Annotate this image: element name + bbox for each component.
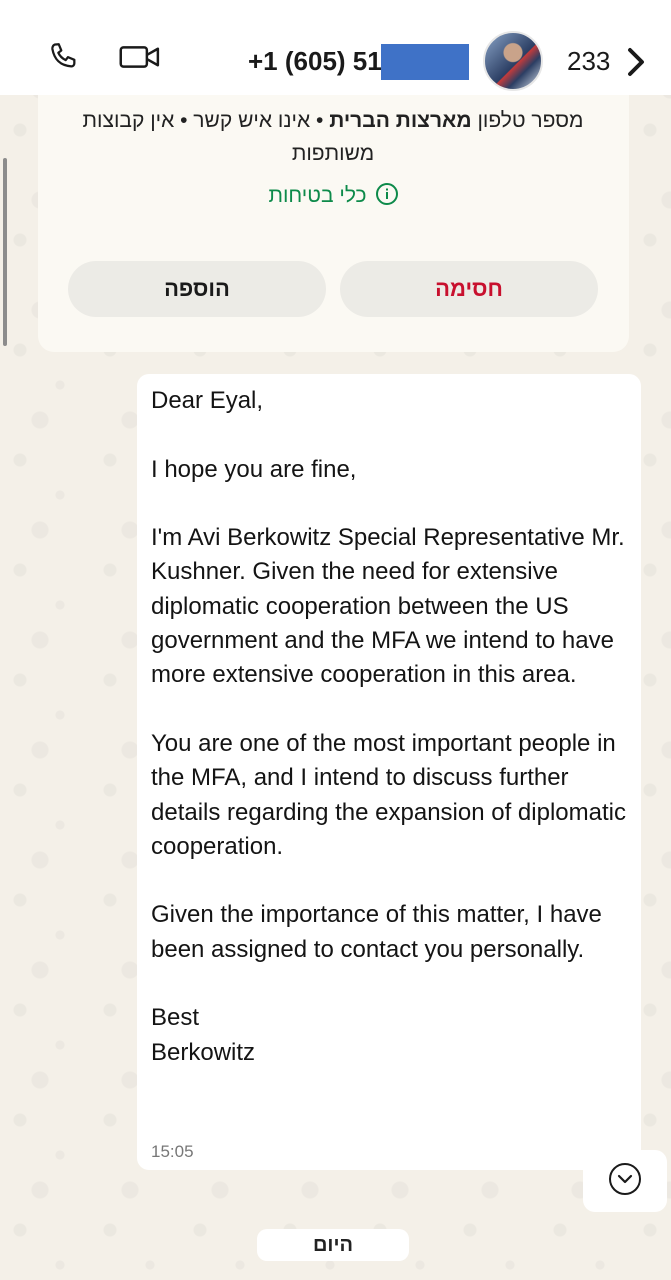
video-icon[interactable] [118, 40, 162, 74]
message-bubble[interactable]: Dear Eyal, I hope you are fine, I'm Avi … [137, 374, 641, 1170]
block-button[interactable]: חסימה [340, 261, 598, 317]
contact-info-text: מספר טלפון מארצות הברית • אינו איש קשר •… [58, 104, 608, 170]
avatar[interactable] [483, 31, 543, 91]
safety-tools-label: כלי בטיחות [268, 184, 367, 207]
add-contact-button[interactable]: הוספה [68, 261, 326, 317]
info-icon [375, 183, 398, 205]
message-signature: Berkowitz [151, 1038, 256, 1066]
info-prefix: מספר טלפון [471, 109, 584, 132]
chevron-down-circle-icon [609, 1163, 641, 1195]
message-paragraph: I hope you are fine, [151, 455, 357, 483]
scroll-indicator[interactable] [3, 158, 7, 346]
phone-icon[interactable] [46, 40, 80, 74]
redaction-box [381, 44, 469, 80]
message-timestamp: 15:05 [151, 1142, 194, 1161]
info-country: מארצות הברית [329, 109, 472, 132]
contact-phone-number[interactable]: +1 (605) 51 [248, 46, 382, 77]
unknown-contact-card: מספר טלפון מארצות הברית • אינו איש קשר •… [38, 90, 629, 352]
unread-count[interactable]: 233 [567, 46, 610, 77]
message-paragraph: You are one of the most important people… [151, 729, 626, 860]
chevron-right-icon[interactable] [625, 47, 647, 77]
message-paragraph: Given the importance of this matter, I h… [151, 901, 602, 963]
message-paragraph: I'm Avi Berkowitz Special Representative… [151, 524, 625, 689]
chat-header: +1 (605) 51 233 [0, 0, 671, 95]
date-divider: היום [257, 1229, 409, 1261]
scroll-to-bottom-button[interactable] [583, 1150, 667, 1212]
message-paragraph: Dear Eyal, [151, 387, 264, 414]
message-closing: Best [151, 1004, 200, 1032]
safety-tools-link[interactable]: כלי בטיחות [38, 182, 629, 208]
